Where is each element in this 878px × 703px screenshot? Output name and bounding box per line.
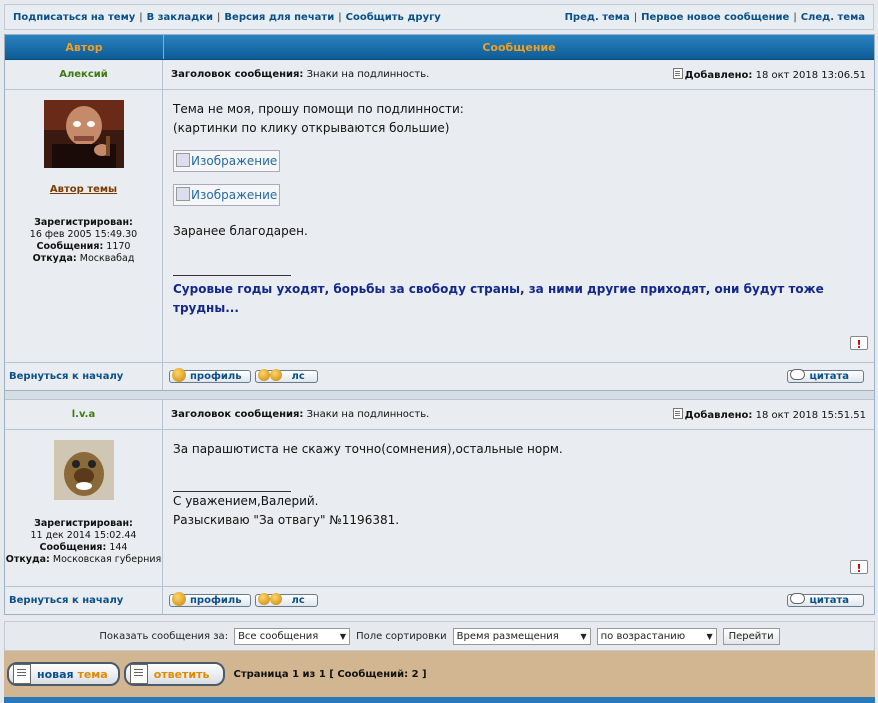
print-version-link[interactable]: Версия для печати [224,12,334,23]
dropdown-arrow-icon: ▼ [339,631,347,641]
pagination-info: Страница 1 из 1 [ Сообщений: 2 ] [233,668,427,680]
quote-icon [790,592,806,604]
table-header: Автор Сообщение [5,35,874,60]
report-icon[interactable] [850,335,868,354]
back-to-top-link[interactable]: Вернуться к началу [9,595,123,606]
post-body-row: Зарегистрирован: 11 дек 2014 15:02.44 Со… [5,430,874,587]
posted-icon[interactable] [672,408,683,419]
post-buttons: профиль лс цитата [163,363,874,390]
next-topic-link[interactable]: След. тема [801,12,865,23]
first-new-post-link[interactable]: Первое новое сообщение [641,12,789,23]
post-text-line: (картинки по клику открываются большие) [173,121,450,135]
sort-field-select[interactable]: Время размещения ▼ [452,627,591,645]
author-info: Зарегистрирован: 11 дек 2014 15:02.44 Со… [5,518,162,565]
dropdown-arrow-icon: ▼ [706,631,713,641]
post-subject: Заголовок сообщения: Знаки на подлинност… [171,409,430,420]
post-author-name[interactable]: l.v.a [5,400,163,429]
sort-field-label: Поле сортировки [356,630,447,642]
go-button[interactable]: Перейти [722,627,780,645]
post-header-row: l.v.a Заголовок сообщения: Знаки на подл… [5,400,874,430]
new-topic-button[interactable]: новая тема [7,662,120,686]
post-subject-bar: Заголовок сообщения: Знаки на подлинност… [163,400,874,429]
post-content: За парашютиста не скажу точно(сомнения),… [163,430,874,586]
posted-icon[interactable] [672,68,683,79]
post-text-line: Тема не моя, прошу помощи по подлинности… [173,102,464,116]
signature-divider [173,275,291,276]
message-column-header: Сообщение [482,40,556,54]
post-date: Добавлено: 18 окт 2018 13:06.51 [672,68,866,81]
reply-button[interactable]: ответить [123,662,226,686]
tell-friend-link[interactable]: Сообщить другу [346,12,441,23]
dropdown-arrow-icon: ▼ [580,631,587,641]
author-profile: Автор темы Зарегистрирован: 16 фев 2005 … [5,90,163,362]
signature-line: С уважением,Валерий. [173,494,319,508]
show-posts-select[interactable]: Все сообщения ▼ [234,627,351,645]
post-footer-row: Вернуться к началу профиль лс цитата [5,587,874,614]
document-icon [13,664,31,684]
profile-button[interactable]: профиль [169,591,251,607]
post-content: Тема не моя, прошу помощи по подлинности… [163,90,874,362]
bottom-action-bar: новая тема ответить Страница 1 из 1 [ Со… [4,651,875,697]
back-to-top-link[interactable]: Вернуться к началу [9,371,123,382]
show-posts-label: Показать сообщения за: [99,630,229,642]
pm-icon [257,592,270,605]
author-column-header: Автор [5,35,164,59]
report-icon[interactable] [850,559,868,578]
quote-button[interactable]: цитата [787,592,864,607]
pm-button[interactable]: лс [254,368,318,383]
topic-author-badge[interactable]: Автор темы [5,184,162,195]
quote-icon [790,368,806,380]
broken-image-icon [176,187,190,201]
post-separator [5,391,874,400]
pm-button[interactable]: лс [254,592,318,607]
quote-button[interactable]: цитата [787,368,864,383]
profile-icon [172,367,186,382]
subscribe-link[interactable]: Подписаться на тему [13,12,135,23]
bottom-strip [4,697,875,703]
sort-order-select[interactable]: по возрастанию ▼ [596,627,717,645]
post-text-line: Заранее благодарен. [173,224,308,238]
topic-toolbar: Подписаться на тему | В закладки | Версия дл… [4,4,874,30]
post-subject: Заголовок сообщения: Знаки на подлинност… [171,69,430,80]
author-profile: Зарегистрирован: 11 дек 2014 15:02.44 Со… [5,430,163,586]
avatar [53,440,114,500]
posts-table: Автор Сообщение Алексий Заголовок сообще… [4,34,875,615]
topic-actions-left: Подписаться на тему | В закладки | Версия дл… [13,11,441,23]
back-to-top-cell: Вернуться к началу [5,587,163,614]
post-body-row: Автор темы Зарегистрирован: 16 фев 2005 … [5,90,874,363]
broken-image-icon [176,153,190,167]
bookmark-link[interactable]: В закладки [147,12,213,23]
sort-bar: Показать сообщения за: Все сообщения ▼ По… [4,621,875,651]
post-buttons: профиль лс цитата [163,587,874,614]
profile-button[interactable]: профиль [169,367,251,383]
signature-line: Разыскиваю "За отвагу" №1196381. [173,513,400,527]
profile-icon [172,591,186,606]
prev-topic-link[interactable]: Пред. тема [565,12,630,23]
post-footer-row: Вернуться к началу профиль лс цитата [5,363,874,391]
pm-icon [257,368,270,381]
post-author-name[interactable]: Алексий [5,60,163,89]
post-subject-bar: Заголовок сообщения: Знаки на подлинност… [163,60,874,89]
post-header-row: Алексий Заголовок сообщения: Знаки на по… [5,60,874,90]
signature: Суровые годы уходят, борьбы за свободу с… [173,282,824,315]
document-icon [129,664,148,684]
topic-nav-right: Пред. тема | Первое новое сообщение | След. … [564,11,865,23]
back-to-top-cell: Вернуться к началу [5,363,163,390]
post-image-link[interactable]: Изображение [173,150,281,172]
post-text-line: За парашютиста не скажу точно(сомнения),… [173,442,563,456]
author-info: Зарегистрирован: 16 фев 2005 15:49.30 Со… [29,217,138,264]
post-image-link[interactable]: Изображение [173,184,281,206]
avatar [43,100,124,168]
post-date: Добавлено: 18 окт 2018 15:51.51 [672,408,866,421]
